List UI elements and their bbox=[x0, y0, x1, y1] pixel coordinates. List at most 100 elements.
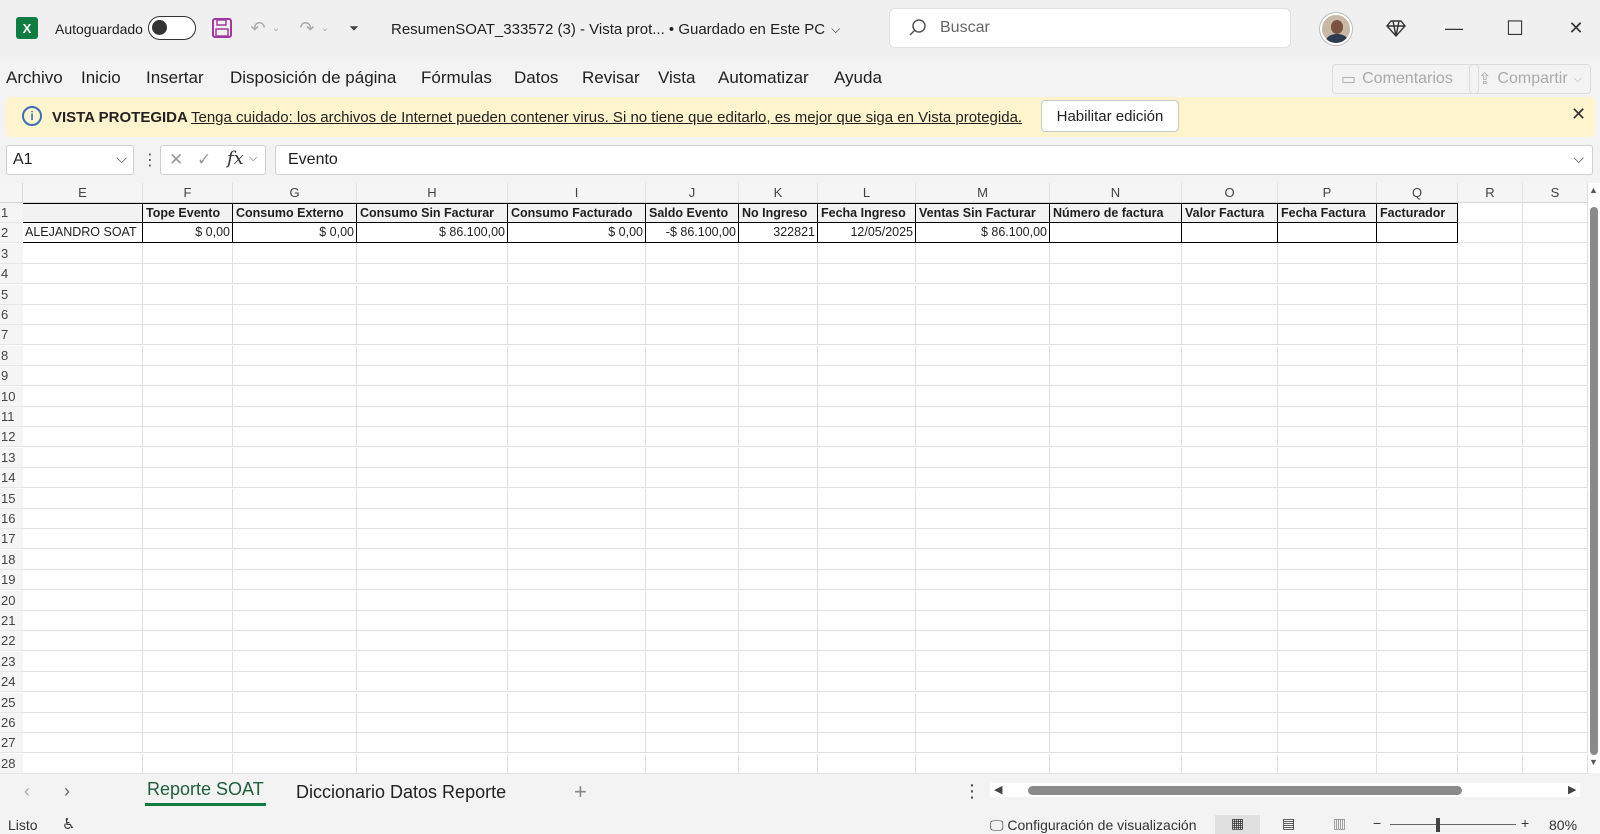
grid-cell[interactable] bbox=[646, 529, 739, 550]
grid-cell[interactable] bbox=[1523, 427, 1588, 448]
row-header-21[interactable]: 21 bbox=[0, 611, 23, 631]
data-cell[interactable]: ALEJANDRO SOAT bbox=[23, 223, 143, 244]
grid-cell[interactable] bbox=[143, 427, 233, 448]
row-header-4[interactable]: 4 bbox=[0, 264, 23, 285]
grid-cell[interactable] bbox=[1278, 672, 1377, 693]
grid-cell[interactable] bbox=[1278, 305, 1377, 325]
grid-cell[interactable] bbox=[916, 447, 1050, 468]
grid-cell[interactable] bbox=[916, 407, 1050, 427]
grid-cell[interactable] bbox=[1523, 713, 1588, 733]
grid-cell[interactable] bbox=[1377, 407, 1458, 427]
grid-cell[interactable] bbox=[1523, 223, 1588, 244]
grid-cell[interactable] bbox=[1458, 243, 1523, 264]
grid-cell[interactable] bbox=[818, 692, 916, 713]
column-header-q[interactable]: Q bbox=[1377, 183, 1458, 203]
grid-cell[interactable] bbox=[1377, 488, 1458, 509]
grid-cell[interactable] bbox=[143, 753, 233, 774]
grid-cell[interactable] bbox=[1523, 488, 1588, 509]
grid-cell[interactable] bbox=[357, 243, 508, 264]
grid-cell[interactable] bbox=[23, 447, 143, 468]
grid-cell[interactable] bbox=[1458, 651, 1523, 672]
grid-cell[interactable] bbox=[233, 611, 357, 631]
header-cell[interactable]: Fecha Factura bbox=[1278, 203, 1377, 223]
grid-cell[interactable] bbox=[1278, 468, 1377, 489]
grid-cell[interactable] bbox=[1278, 243, 1377, 264]
grid-cell[interactable] bbox=[357, 366, 508, 387]
grid-cell[interactable] bbox=[1050, 631, 1182, 652]
column-header-g[interactable]: G bbox=[233, 183, 357, 203]
grid-cell[interactable] bbox=[739, 753, 818, 774]
grid-cell[interactable] bbox=[357, 345, 508, 366]
row-header-16[interactable]: 16 bbox=[0, 509, 23, 529]
grid-cell[interactable] bbox=[1278, 427, 1377, 448]
grid-cell[interactable] bbox=[1523, 590, 1588, 611]
grid-cell[interactable] bbox=[739, 549, 818, 570]
grid-cell[interactable] bbox=[1523, 672, 1588, 693]
grid-cell[interactable] bbox=[739, 447, 818, 468]
grid-cell[interactable] bbox=[508, 284, 646, 305]
grid-cell[interactable] bbox=[1523, 753, 1588, 774]
grid-cell[interactable] bbox=[1377, 733, 1458, 754]
grid-cell[interactable] bbox=[1377, 753, 1458, 774]
formula-input[interactable]: Evento ⌵ bbox=[275, 145, 1593, 175]
scroll-up-icon[interactable]: ▲ bbox=[1589, 185, 1598, 195]
grid-cell[interactable] bbox=[1458, 529, 1523, 550]
data-cell[interactable] bbox=[1182, 223, 1278, 244]
page-break-icon[interactable]: ▥ bbox=[1333, 815, 1346, 832]
grid-cell[interactable] bbox=[739, 427, 818, 448]
grid-cell[interactable] bbox=[1377, 386, 1458, 407]
zoom-slider-thumb[interactable] bbox=[1436, 818, 1440, 832]
grid-cell[interactable] bbox=[739, 509, 818, 529]
grid-cell[interactable] bbox=[1523, 529, 1588, 550]
grid-cell[interactable] bbox=[1278, 447, 1377, 468]
grid-cell[interactable] bbox=[143, 488, 233, 509]
grid-cell[interactable] bbox=[1523, 570, 1588, 591]
grid-cell[interactable] bbox=[143, 366, 233, 387]
column-header-k[interactable]: K bbox=[739, 183, 818, 203]
grid-cell[interactable] bbox=[508, 651, 646, 672]
grid-cell[interactable] bbox=[1182, 733, 1278, 754]
data-cell[interactable]: $ 86.100,00 bbox=[916, 223, 1050, 244]
grid-cell[interactable] bbox=[739, 631, 818, 652]
grid-cell[interactable] bbox=[357, 488, 508, 509]
accessibility-icon[interactable]: ♿ bbox=[62, 815, 75, 833]
column-header-s[interactable]: S bbox=[1523, 183, 1588, 203]
grid-cell[interactable] bbox=[739, 243, 818, 264]
row-header-12[interactable]: 12 bbox=[0, 427, 23, 448]
grid-cell[interactable] bbox=[1050, 590, 1182, 611]
grid-cell[interactable] bbox=[916, 611, 1050, 631]
grid-cell[interactable] bbox=[1377, 345, 1458, 366]
grid-cell[interactable] bbox=[646, 713, 739, 733]
column-header-f[interactable]: F bbox=[143, 183, 233, 203]
grid-cell[interactable] bbox=[818, 427, 916, 448]
grid-cell[interactable] bbox=[508, 488, 646, 509]
grid-cell[interactable] bbox=[1050, 549, 1182, 570]
grid-cell[interactable] bbox=[739, 468, 818, 489]
grid-cell[interactable] bbox=[508, 264, 646, 285]
row-header-3[interactable]: 3 bbox=[0, 243, 23, 264]
grid-cell[interactable] bbox=[1458, 447, 1523, 468]
grid-cell[interactable] bbox=[508, 468, 646, 489]
grid-cell[interactable] bbox=[1182, 243, 1278, 264]
grid-cell[interactable] bbox=[818, 447, 916, 468]
grid-cell[interactable] bbox=[23, 611, 143, 631]
grid-cell[interactable] bbox=[143, 407, 233, 427]
grid-cell[interactable] bbox=[23, 753, 143, 774]
grid-cell[interactable] bbox=[1458, 386, 1523, 407]
grid-cell[interactable] bbox=[23, 529, 143, 550]
select-all-corner[interactable] bbox=[0, 183, 23, 203]
grid-cell[interactable] bbox=[916, 672, 1050, 693]
display-settings-button[interactable]: 🖵 Configuración de visualización bbox=[990, 817, 1197, 834]
grid-cell[interactable] bbox=[508, 733, 646, 754]
grid-cell[interactable] bbox=[916, 529, 1050, 550]
row-header-24[interactable]: 24 bbox=[0, 672, 23, 693]
grid-cell[interactable] bbox=[1182, 366, 1278, 387]
grid-cell[interactable] bbox=[233, 651, 357, 672]
grid-cell[interactable] bbox=[1182, 753, 1278, 774]
grid-cell[interactable] bbox=[818, 753, 916, 774]
grid-cell[interactable] bbox=[1377, 611, 1458, 631]
grid-cell[interactable] bbox=[739, 345, 818, 366]
prev-sheet-icon[interactable]: ‹ bbox=[24, 781, 30, 802]
grid-cell[interactable] bbox=[143, 713, 233, 733]
grid-cell[interactable] bbox=[916, 753, 1050, 774]
